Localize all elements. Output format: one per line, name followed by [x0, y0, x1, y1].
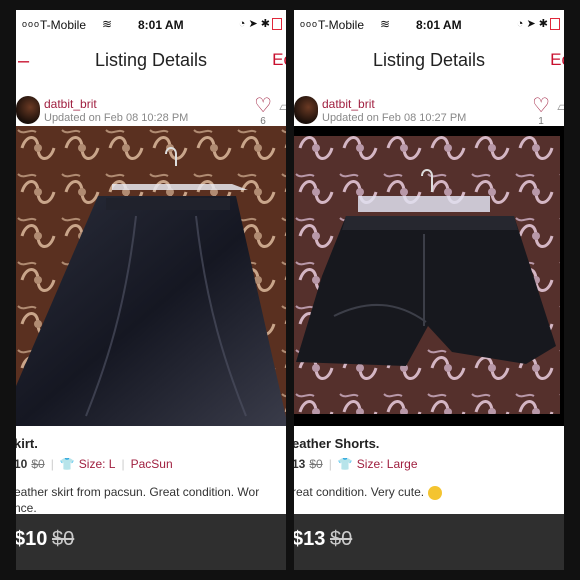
avatar[interactable] [294, 96, 318, 124]
size-link[interactable]: Size: Large [357, 457, 418, 471]
listing-photo[interactable] [294, 126, 564, 426]
battery-icon [272, 18, 282, 31]
seller-username[interactable]: datbit_brit [44, 97, 97, 111]
avatar[interactable] [16, 96, 40, 124]
original-price: $0 [31, 457, 45, 471]
price-line: 13 $0 | 👕 Size: Large [294, 457, 418, 471]
seller-username[interactable]: datbit_brit [322, 97, 375, 111]
description-line: reat condition. Very cute. [294, 484, 564, 500]
comment-icon[interactable]: ▱ [279, 98, 286, 115]
carrier-label: T-Mobile [318, 18, 365, 32]
listing-price: 13 [294, 457, 306, 471]
signal-dots: ooo [300, 19, 319, 29]
signal-dots: ooo [22, 19, 41, 29]
updated-timestamp: Updated on Feb 08 10:27 PM [322, 112, 467, 124]
page-title: Listing Details [372, 50, 486, 70]
divider: | [121, 457, 125, 471]
like-button[interactable]: ♡ 6 [254, 96, 272, 127]
shirt-icon: 👕 [337, 457, 353, 471]
smiley-emoji-icon [428, 485, 443, 500]
buy-original-price: $0 [52, 528, 75, 550]
listing-title: kirt. [16, 436, 38, 451]
description-line: eather skirt from pacsun. Great conditio… [16, 485, 260, 499]
status-bar: ooo T-Mobile ≋ 8:01 AM ◔ ➤ ✱ [294, 10, 564, 40]
heart-icon: ♡ [254, 95, 272, 117]
clock: 8:01 AM [416, 18, 462, 32]
skirt-photo [16, 126, 286, 426]
status-bar: ooo T-Mobile ≋ 8:01 AM ◔ ➤ ✱ [16, 10, 286, 40]
buy-original-price: $0 [330, 528, 353, 550]
system-icons: ◔ ➤ ✱ [517, 17, 560, 31]
wifi-icon: ≋ [102, 17, 113, 31]
edit-button[interactable]: Ec [550, 50, 564, 70]
listing-screen-left: ooo T-Mobile ≋ 8:01 AM ◔ ➤ ✱ – Listing D… [16, 10, 286, 570]
comment-icon[interactable]: ▱ [557, 98, 564, 115]
updated-timestamp: Updated on Feb 08 10:28 PM [44, 112, 189, 124]
system-icons: ◔ ➤ ✱ [239, 17, 282, 31]
buy-bar[interactable]: $10 $0 [16, 514, 286, 570]
shorts-photo [294, 126, 564, 426]
heart-icon: ♡ [532, 95, 550, 117]
edit-button[interactable]: Ec [272, 50, 286, 70]
listing-title: eather Shorts. [294, 436, 380, 451]
divider: | [50, 457, 54, 471]
shirt-icon: 👕 [59, 457, 75, 471]
nav-bar: Listing Details Ec [294, 40, 564, 83]
page-title: Listing Details [94, 50, 208, 70]
listing-info: kirt. 10 $0 | 👕 Size: L | PacSun eather skirt … [16, 428, 286, 522]
price-line: 10 $0 | 👕 Size: L | PacSun [16, 457, 173, 471]
listing-price: 10 [16, 457, 28, 471]
seller-row: datbit_brit Updated on Feb 08 10:28 PM ♡… [16, 82, 286, 127]
buy-bar[interactable]: $13 $0 [294, 514, 564, 570]
size-link[interactable]: Size: L [79, 457, 116, 471]
seller-row: datbit_brit Updated on Feb 08 10:27 PM ♡… [294, 82, 564, 127]
buy-price: $13 [294, 528, 326, 550]
buy-price: $10 [16, 528, 48, 550]
like-button[interactable]: ♡ 1 [532, 96, 550, 127]
carrier-label: T-Mobile [40, 18, 87, 32]
original-price: $0 [309, 457, 323, 471]
wifi-icon: ≋ [380, 17, 391, 31]
clock: 8:01 AM [138, 18, 184, 32]
divider: | [328, 457, 332, 471]
nav-bar: – Listing Details Ec [16, 40, 286, 83]
listing-photo[interactable] [16, 126, 286, 426]
brand-link[interactable]: PacSun [131, 457, 173, 471]
listing-description: eather skirt from pacsun. Great conditio… [16, 484, 286, 516]
listing-screen-right: ooo T-Mobile ≋ 8:01 AM ◔ ➤ ✱ Listing Det… [294, 10, 564, 570]
listing-info: eather Shorts. 13 $0 | 👕 Size: Large reat co… [294, 428, 564, 522]
battery-icon [550, 18, 560, 31]
listing-description: reat condition. Very cute. [294, 484, 564, 500]
